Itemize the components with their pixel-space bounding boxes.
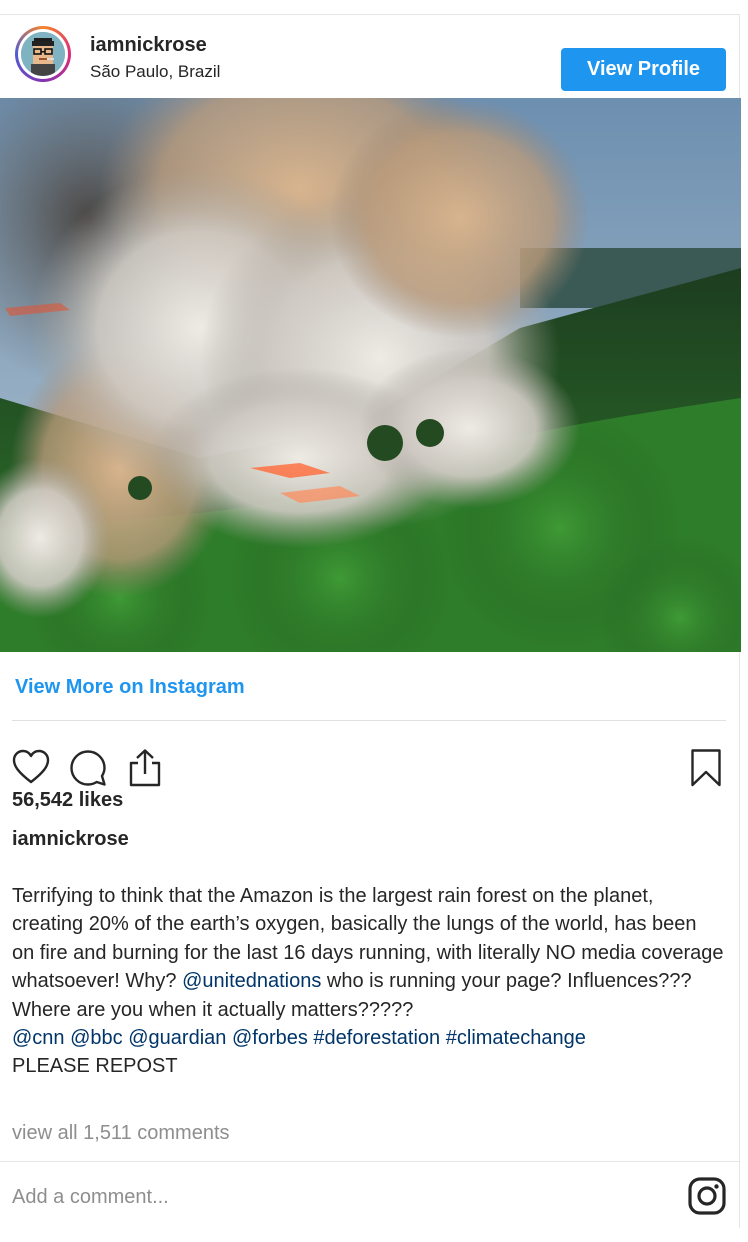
mention-link[interactable]: @forbes [232,1027,308,1049]
view-more-link[interactable]: View More on Instagram [15,676,245,699]
mention-link[interactable]: @bbc [70,1027,123,1049]
instagram-embed-card: iamnickrose São Paulo, Brazil View Profi… [0,14,741,1228]
caption-username[interactable]: iamnickrose [12,828,129,851]
avatar[interactable] [15,26,71,82]
mention-link[interactable]: @unitednations [182,970,321,992]
comment-icon[interactable] [69,749,107,792]
post-image[interactable] [0,98,741,652]
post-caption: Terrifying to think that the Amazon is t… [12,882,724,1081]
like-count[interactable]: 56,542 likes [12,789,123,812]
mention-link[interactable]: @guardian [128,1027,226,1049]
share-icon[interactable] [126,748,164,793]
divider [12,720,726,721]
instagram-icon[interactable] [688,1177,726,1220]
divider [0,1161,740,1162]
mention-link[interactable]: @cnn [12,1027,65,1049]
view-profile-button[interactable]: View Profile [561,48,726,91]
add-comment-field[interactable]: Add a comment... [12,1186,169,1209]
avatar-image [21,32,65,76]
bookmark-icon[interactable] [690,748,722,793]
heart-icon[interactable] [12,749,50,790]
location[interactable]: São Paulo, Brazil [90,62,220,82]
view-comments-link[interactable]: view all 1,511 comments [12,1122,230,1145]
caption-text: PLEASE REPOST [12,1055,178,1078]
username[interactable]: iamnickrose [90,34,207,57]
post-header: iamnickrose São Paulo, Brazil View Profi… [0,15,739,98]
hashtag-link[interactable]: #climatechange [446,1027,586,1049]
hashtag-link[interactable]: #deforestation [313,1027,440,1049]
